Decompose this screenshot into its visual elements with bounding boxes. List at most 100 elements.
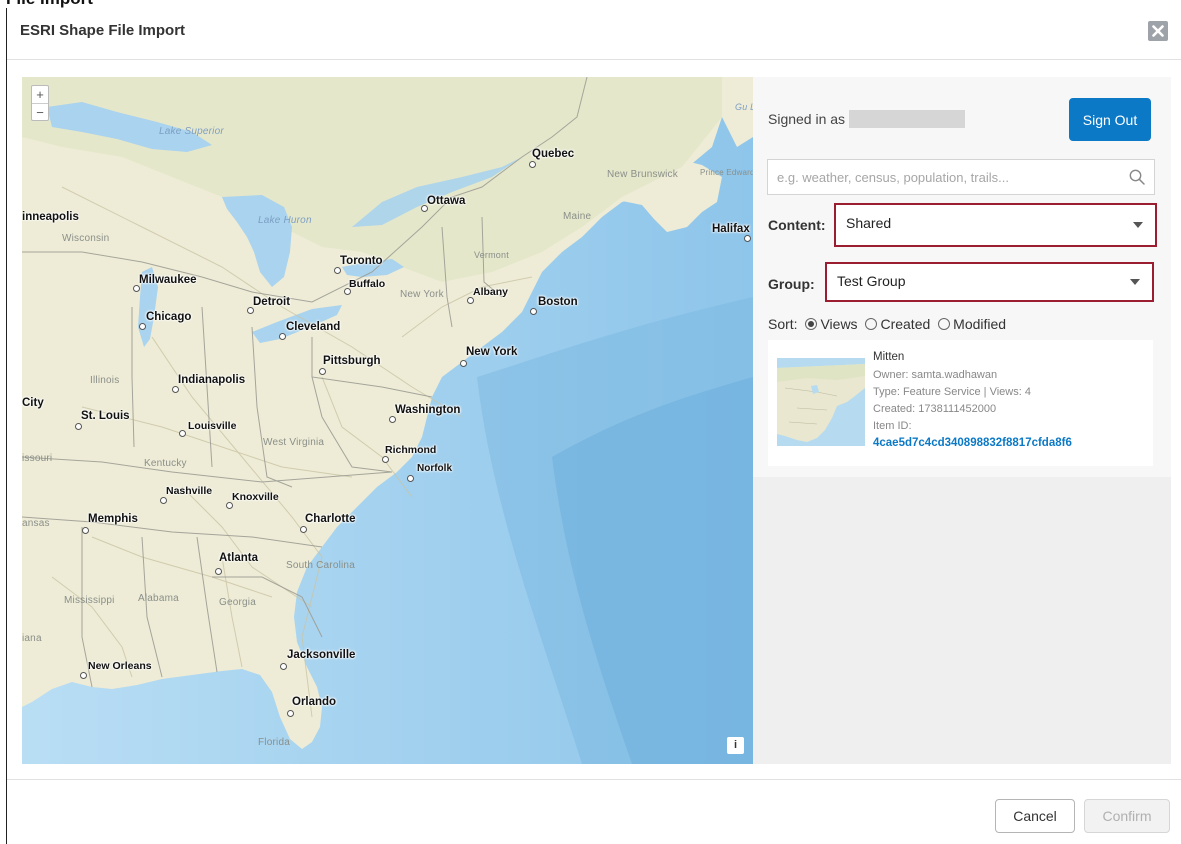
city-marker — [287, 710, 294, 717]
region-label: issouri — [22, 453, 53, 464]
city-marker — [300, 526, 307, 533]
city-label: Jacksonville — [287, 649, 356, 661]
city-label: City — [22, 397, 44, 409]
city-label: Louisville — [188, 420, 237, 432]
region-label: Illinois — [90, 375, 120, 386]
close-button[interactable] — [1148, 21, 1168, 41]
region-label: Mississippi — [64, 595, 115, 606]
city-label: Washington — [395, 404, 461, 416]
city-label: Memphis — [88, 513, 138, 525]
content-panel: Signed in as Sign Out e.g. weather, cens… — [753, 77, 1171, 764]
city-marker — [529, 161, 536, 168]
city-marker — [80, 672, 87, 679]
sort-views-label[interactable]: Views — [820, 316, 857, 332]
city-marker — [160, 497, 167, 504]
city-label: Richmond — [385, 444, 437, 456]
content-select[interactable]: Shared — [834, 203, 1157, 247]
city-marker — [133, 285, 140, 292]
confirm-button[interactable]: Confirm — [1084, 799, 1170, 833]
result-thumbnail — [777, 358, 865, 446]
city-marker — [407, 475, 414, 482]
city-label: Indianapolis — [178, 374, 246, 386]
attribution-info-button[interactable]: i — [727, 737, 744, 754]
sort-created-radio[interactable] — [865, 318, 878, 330]
content-label: Content: — [768, 217, 826, 233]
city-label: Atlanta — [219, 552, 258, 564]
city-label: Detroit — [253, 296, 291, 308]
sort-created-label[interactable]: Created — [880, 316, 930, 332]
result-card[interactable]: Mitten Owner: samta.wadhawan Type: Featu… — [768, 340, 1153, 466]
result-owner: Owner: samta.wadhawan — [873, 369, 998, 381]
sort-modified-label[interactable]: Modified — [953, 316, 1006, 332]
region-label: iana — [22, 633, 42, 644]
map-view[interactable]: Lake Superior Lake Huron New Brunswick P… — [22, 77, 753, 764]
sort-options: Sort: Views Created Modified — [768, 316, 1006, 332]
city-marker — [179, 430, 186, 437]
region-label: Kentucky — [144, 458, 187, 469]
region-label: Gu La — [735, 102, 753, 112]
city-marker — [247, 307, 254, 314]
signed-in-label: Signed in as — [768, 111, 846, 127]
sort-views-radio[interactable] — [805, 318, 818, 330]
sort-modified-radio[interactable] — [938, 318, 951, 330]
region-label: New York — [400, 289, 444, 300]
region-label: Maine — [563, 211, 592, 222]
city-marker — [344, 288, 351, 295]
city-label: Quebec — [532, 148, 575, 160]
zoom-control: + − — [31, 85, 49, 121]
region-label: South Carolina — [286, 560, 355, 571]
city-marker — [421, 205, 428, 212]
region-label: ansas — [22, 518, 50, 529]
region-label: Wisconsin — [62, 233, 110, 244]
city-marker — [530, 308, 537, 315]
region-label: Alabama — [138, 593, 179, 604]
city-label: inneapolis — [22, 211, 79, 223]
background-window-title: File Import — [0, 0, 1181, 8]
city-marker — [172, 386, 179, 393]
city-marker — [280, 663, 287, 670]
chevron-down-icon — [1133, 222, 1143, 228]
content-select-value: Shared — [846, 215, 892, 231]
result-title[interactable]: Mitten — [873, 351, 904, 363]
region-label: Lake Huron — [258, 215, 312, 226]
zoom-out-button[interactable]: − — [32, 103, 48, 120]
city-label: Albany — [473, 286, 509, 298]
search-input[interactable]: e.g. weather, census, population, trails… — [767, 159, 1155, 195]
sort-label: Sort: — [768, 316, 798, 332]
window-edge — [6, 8, 7, 844]
region-label: Prince Edward Island — [700, 168, 753, 177]
city-label: Halifax — [712, 223, 750, 235]
city-label: Chicago — [146, 311, 192, 323]
city-label: Knoxville — [232, 491, 279, 503]
city-marker — [279, 333, 286, 340]
city-marker — [382, 456, 389, 463]
city-marker — [82, 527, 89, 534]
region-label: West Virginia — [263, 437, 325, 448]
city-marker — [139, 323, 146, 330]
header-divider — [7, 59, 1181, 60]
cancel-button[interactable]: Cancel — [995, 799, 1075, 833]
city-marker — [467, 297, 474, 304]
city-label: Toronto — [340, 255, 383, 267]
city-label: New York — [466, 346, 518, 358]
region-label: New Brunswick — [607, 169, 678, 180]
zoom-in-button[interactable]: + — [32, 86, 48, 103]
search-icon[interactable] — [1128, 168, 1146, 186]
chevron-down-icon — [1130, 279, 1140, 285]
city-label: Norfolk — [417, 463, 452, 474]
city-marker — [744, 235, 751, 242]
city-marker — [334, 267, 341, 274]
city-label: Milwaukee — [139, 274, 197, 286]
group-select-value: Test Group — [837, 273, 906, 289]
city-marker — [319, 368, 326, 375]
group-select[interactable]: Test Group — [825, 262, 1154, 302]
city-label: Charlotte — [305, 513, 356, 525]
city-label: St. Louis — [81, 410, 130, 422]
city-label: New Orleans — [88, 660, 152, 672]
result-type: Type: Feature Service | Views: 4 — [873, 386, 1031, 398]
region-label: Florida — [258, 737, 290, 748]
result-item-id-label: Item ID: — [873, 420, 912, 432]
result-created: Created: 1738111452000 — [873, 403, 997, 415]
sign-out-button[interactable]: Sign Out — [1069, 98, 1151, 141]
result-item-id-link[interactable]: 4cae5d7c4cd340898832f8817cfda8f6 — [873, 437, 1072, 449]
